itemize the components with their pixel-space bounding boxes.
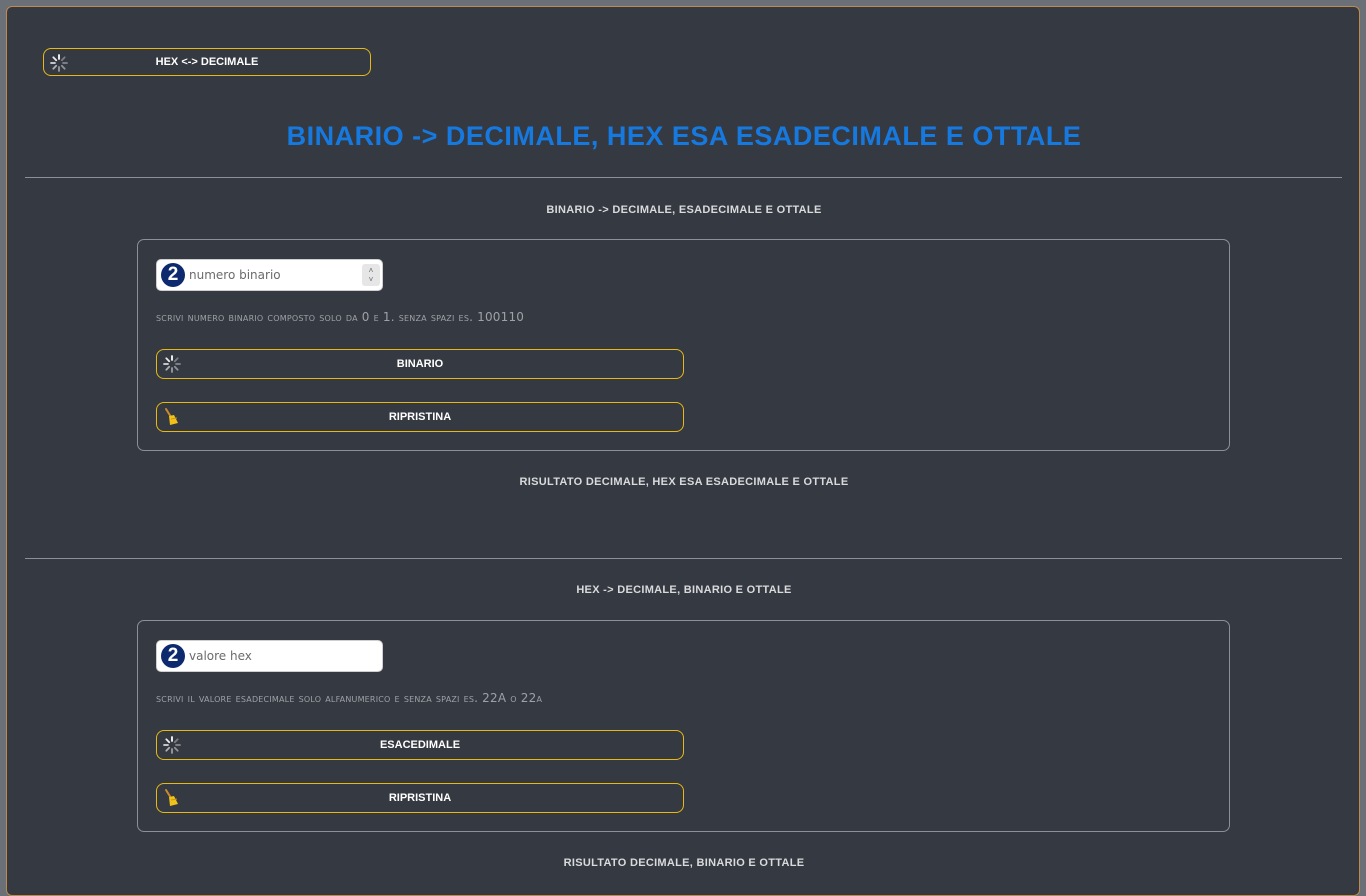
binary-input-group: 2 ˄ ˅ xyxy=(156,259,383,291)
page-title: BINARIO -> DECIMALE, HEX ESA ESADECIMALE… xyxy=(286,121,1082,151)
binary-convert-button[interactable]: BINARIO xyxy=(156,349,684,379)
chevron-down-icon[interactable]: ˅ xyxy=(369,275,374,284)
binary-result-heading: RISULTATO DECIMALE, HEX ESA ESADECIMALE … xyxy=(519,476,849,488)
hex-input-group: 2 xyxy=(156,640,383,672)
hex-value-input[interactable] xyxy=(189,645,359,667)
spinner-icon xyxy=(163,736,181,754)
binary-section-heading: BINARIO -> DECIMALE, ESADECIMALE E OTTAL… xyxy=(546,204,822,216)
hex-panel: 2 scrivi il valore esadecimale solo alfa… xyxy=(137,620,1230,832)
chevron-up-icon[interactable]: ˄ xyxy=(369,266,374,275)
binary-reset-button[interactable]: RIPRISTINA xyxy=(156,402,684,432)
app-page: HEX <-> DECIMALE BINARIO -> DECIMALE, HE… xyxy=(6,6,1360,896)
hex-hint: scrivi il valore esadecimale solo alfanu… xyxy=(156,691,543,705)
binary-hint: scrivi numero binario composto solo da 0… xyxy=(156,310,525,324)
hex-convert-label: ESACEDIMALE xyxy=(379,739,461,751)
hex-decimal-toggle-button[interactable]: HEX <-> DECIMALE xyxy=(43,48,371,76)
divider xyxy=(25,177,1342,178)
broom-icon xyxy=(165,408,178,425)
hex-reset-button[interactable]: RIPRISTINA xyxy=(156,783,684,813)
badge-two-icon: 2 xyxy=(161,644,185,668)
binary-convert-label: BINARIO xyxy=(396,358,444,370)
spinner-icon xyxy=(163,355,181,373)
badge-two-icon: 2 xyxy=(161,263,185,287)
hex-reset-label: RIPRISTINA xyxy=(388,792,452,804)
spinner-icon xyxy=(50,54,68,72)
number-spinner[interactable]: ˄ ˅ xyxy=(362,264,380,286)
binary-panel: 2 ˄ ˅ scrivi numero binario composto sol… xyxy=(137,239,1230,451)
hex-result-heading: RISULTATO DECIMALE, BINARIO E OTTALE xyxy=(563,857,805,869)
hex-section-heading: HEX -> DECIMALE, BINARIO E OTTALE xyxy=(576,584,792,596)
broom-icon xyxy=(165,789,178,806)
hex-decimal-toggle-label: HEX <-> DECIMALE xyxy=(155,56,259,68)
binary-number-input[interactable] xyxy=(189,264,359,286)
divider xyxy=(25,558,1342,559)
hex-convert-button[interactable]: ESACEDIMALE xyxy=(156,730,684,760)
binary-reset-label: RIPRISTINA xyxy=(388,411,452,423)
